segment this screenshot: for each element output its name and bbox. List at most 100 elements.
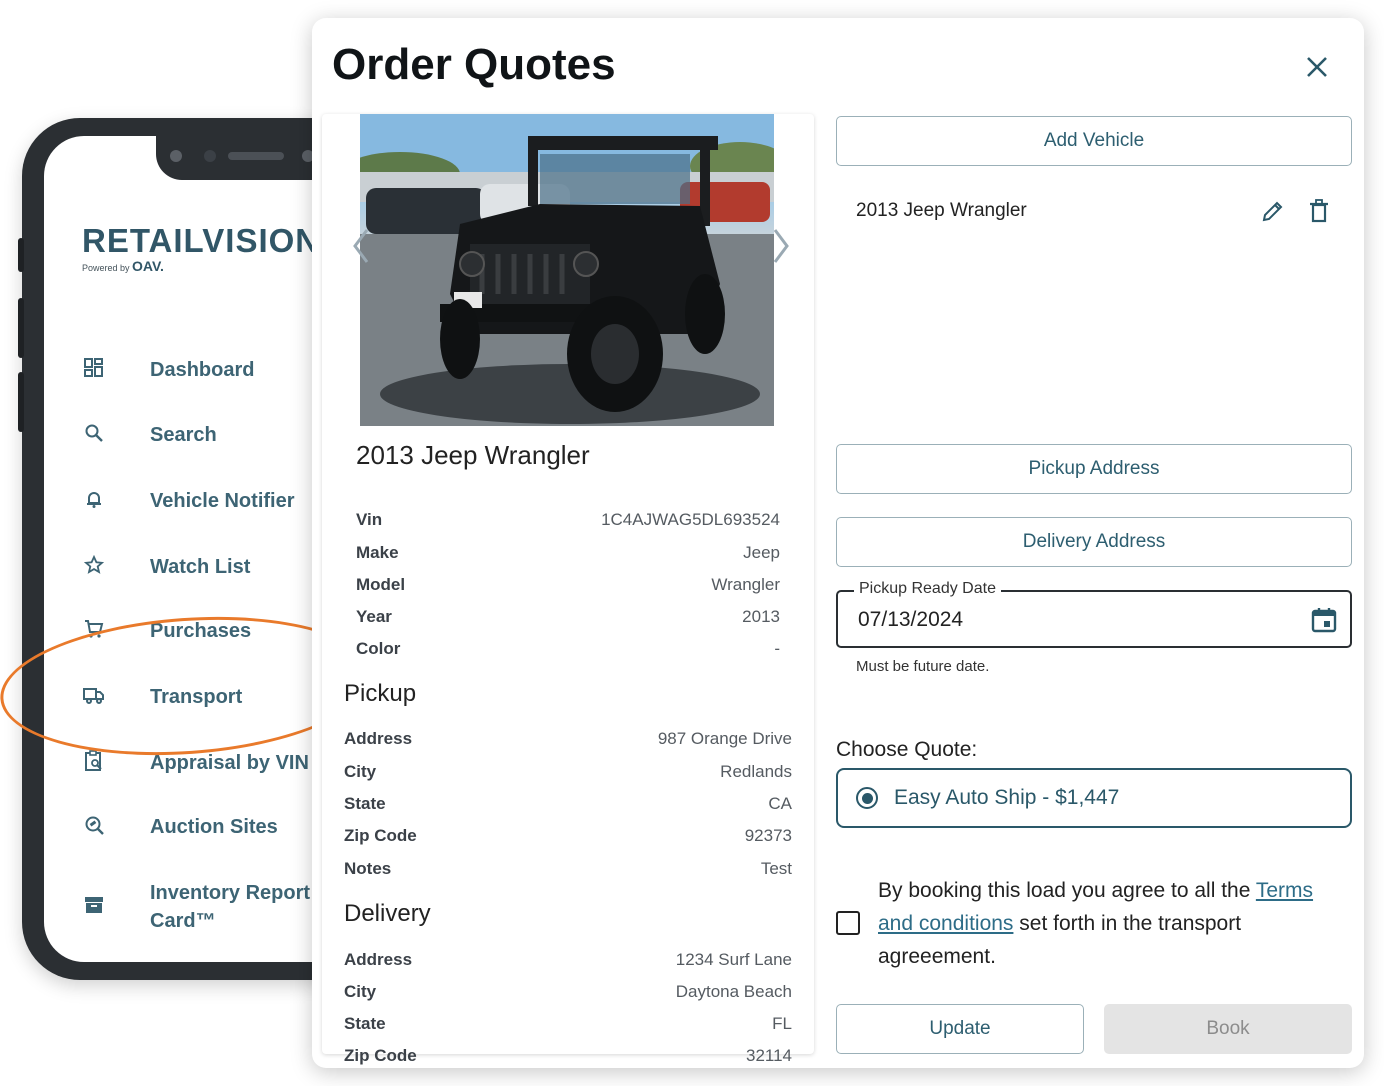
add-vehicle-button[interactable]: Add Vehicle xyxy=(836,116,1352,166)
vehicle-field-row: Vin 1C4AJWAG5DL693524 xyxy=(356,510,780,530)
agree-terms-checkbox[interactable] xyxy=(836,911,860,935)
field-key: City xyxy=(344,762,377,781)
field-value: - xyxy=(774,639,780,658)
vehicle-list-item: 2013 Jeep Wrangler xyxy=(856,198,1332,224)
field-value: Wrangler xyxy=(711,575,780,594)
pickup-field-row: City Redlands xyxy=(344,762,792,782)
delivery-field-row: Zip Code 32114 xyxy=(344,1046,792,1066)
book-button[interactable]: Book xyxy=(1104,1004,1352,1054)
sidebar-item-watch-list[interactable]: Watch List xyxy=(82,553,250,578)
photo-prev-button[interactable] xyxy=(348,226,374,266)
vehicle-field-row: Year 2013 xyxy=(356,607,780,627)
field-key: Year xyxy=(356,607,392,626)
vehicle-title: 2013 Jeep Wrangler xyxy=(356,440,590,470)
camera-dot xyxy=(170,150,182,162)
field-key: Vin xyxy=(356,510,383,529)
delivery-field-row: City Daytona Beach xyxy=(344,982,792,1002)
sidebar-item-auction-sites[interactable]: Auction Sites xyxy=(82,813,278,838)
archive-icon xyxy=(82,893,106,917)
delivery-field-row: Address 1234 Surf Lane xyxy=(344,950,792,970)
pickup-field-row: State CA xyxy=(344,794,792,814)
phone-volume-down-button xyxy=(18,372,24,432)
update-button[interactable]: Update xyxy=(836,1004,1084,1054)
phone-side-button xyxy=(18,238,24,272)
sidebar-item-label-line2: Card™ xyxy=(150,910,216,932)
field-value: 32114 xyxy=(745,1046,792,1065)
sidebar-item-vehicle-notifier[interactable]: Vehicle Notifier xyxy=(82,487,295,512)
vehicle-field-row: Color - xyxy=(356,639,780,659)
gavel-search-icon xyxy=(82,813,106,837)
delivery-field-row: State FL xyxy=(344,1014,792,1034)
pickup-field-row: Notes Test xyxy=(344,859,792,879)
agree-text-before: By booking this load you agree to all th… xyxy=(878,879,1256,902)
sidebar-item-label: Watch List xyxy=(150,556,251,578)
brand-name: RETAILVISION xyxy=(82,222,321,259)
sidebar-item-label-line1: Inventory Report xyxy=(150,882,311,904)
pickup-address-button[interactable]: Pickup Address xyxy=(836,444,1352,494)
pickup-section-title: Pickup xyxy=(344,680,417,707)
field-key: Model xyxy=(356,575,406,594)
pickup-ready-date-field: Pickup Ready Date xyxy=(836,580,1352,648)
trash-icon xyxy=(1310,199,1328,223)
powered-by-text: Powered by xyxy=(82,263,130,273)
speaker-grille xyxy=(228,152,284,160)
vehicle-list-item-name: 2013 Jeep Wrangler xyxy=(856,200,1027,221)
quote-option-easy-auto-ship[interactable]: Easy Auto Ship - $1,447 xyxy=(836,768,1352,828)
field-value: Test xyxy=(760,859,792,878)
sidebar-item-appraisal-by-vin[interactable]: Appraisal by VIN xyxy=(82,749,309,774)
sidebar-item-label: Auction Sites xyxy=(150,816,278,838)
close-button[interactable] xyxy=(1298,48,1336,86)
delete-vehicle-button[interactable] xyxy=(1306,198,1332,224)
field-key: Color xyxy=(356,639,401,658)
oav-logo-text: OAV. xyxy=(132,258,164,274)
pickup-ready-date-input[interactable] xyxy=(858,608,1258,632)
date-helper-text: Must be future date. xyxy=(856,658,990,675)
field-value: 92373 xyxy=(744,826,792,845)
field-value: 987 Orange Drive xyxy=(657,729,792,748)
star-icon xyxy=(82,553,106,577)
sidebar-item-label: Inventory Report Card™ xyxy=(150,879,310,935)
field-key: State xyxy=(344,794,386,813)
bell-icon xyxy=(82,487,106,511)
field-key: Zip Code xyxy=(344,1046,417,1065)
sidebar-item-label: Search xyxy=(150,424,217,446)
terms-agreement-text: By booking this load you agree to all th… xyxy=(878,874,1348,973)
search-icon xyxy=(82,421,106,445)
chevron-right-icon xyxy=(773,229,789,263)
modal-title: Order Quotes xyxy=(332,40,616,89)
close-icon xyxy=(1307,57,1327,77)
sidebar-item-dashboard[interactable]: Dashboard xyxy=(82,356,254,381)
vehicle-field-row: Make Jeep xyxy=(356,543,780,563)
field-key: City xyxy=(344,982,377,1001)
field-value: 1C4AJWAG5DL693524 xyxy=(601,510,780,529)
field-value: FL xyxy=(772,1014,792,1033)
quote-option-label: Easy Auto Ship - $1,447 xyxy=(894,786,1120,809)
dashboard-icon xyxy=(82,356,106,380)
vehicle-photo xyxy=(360,114,774,426)
date-picker-button[interactable] xyxy=(1310,606,1338,634)
field-value: 1234 Surf Lane xyxy=(675,950,792,969)
delivery-address-button[interactable]: Delivery Address xyxy=(836,517,1352,567)
edit-vehicle-button[interactable] xyxy=(1260,198,1286,224)
sidebar-item-label: Vehicle Notifier xyxy=(150,490,295,512)
quote-radio-selected[interactable] xyxy=(856,787,878,809)
chevron-left-icon xyxy=(353,229,369,263)
pickup-field-row: Address 987 Orange Drive xyxy=(344,729,792,749)
field-key: State xyxy=(344,1014,386,1033)
sidebar-item-inventory-report-card[interactable]: Inventory Report Card™ xyxy=(82,879,310,932)
calendar-icon xyxy=(1311,608,1337,633)
sidebar-item-search[interactable]: Search xyxy=(82,421,217,446)
photo-next-button[interactable] xyxy=(768,226,794,266)
pencil-icon xyxy=(1262,201,1283,222)
field-value: Jeep xyxy=(743,543,780,562)
field-key: Make xyxy=(356,543,399,562)
order-quotes-modal: Order Quotes 2013 Jeep Wrangler Vin 1C4A… xyxy=(312,18,1364,1068)
pickup-ready-date-label: Pickup Ready Date xyxy=(854,580,1001,598)
clipboard-search-icon xyxy=(82,749,106,773)
field-key: Address xyxy=(344,729,413,748)
brand-powered-by: Powered by OAV. xyxy=(82,258,320,274)
phone-volume-up-button xyxy=(18,298,24,358)
choose-quote-label: Choose Quote: xyxy=(836,738,978,761)
delivery-section-title: Delivery xyxy=(344,900,431,927)
brand-logo: RETAILVISION Powered by OAV. xyxy=(82,222,320,274)
